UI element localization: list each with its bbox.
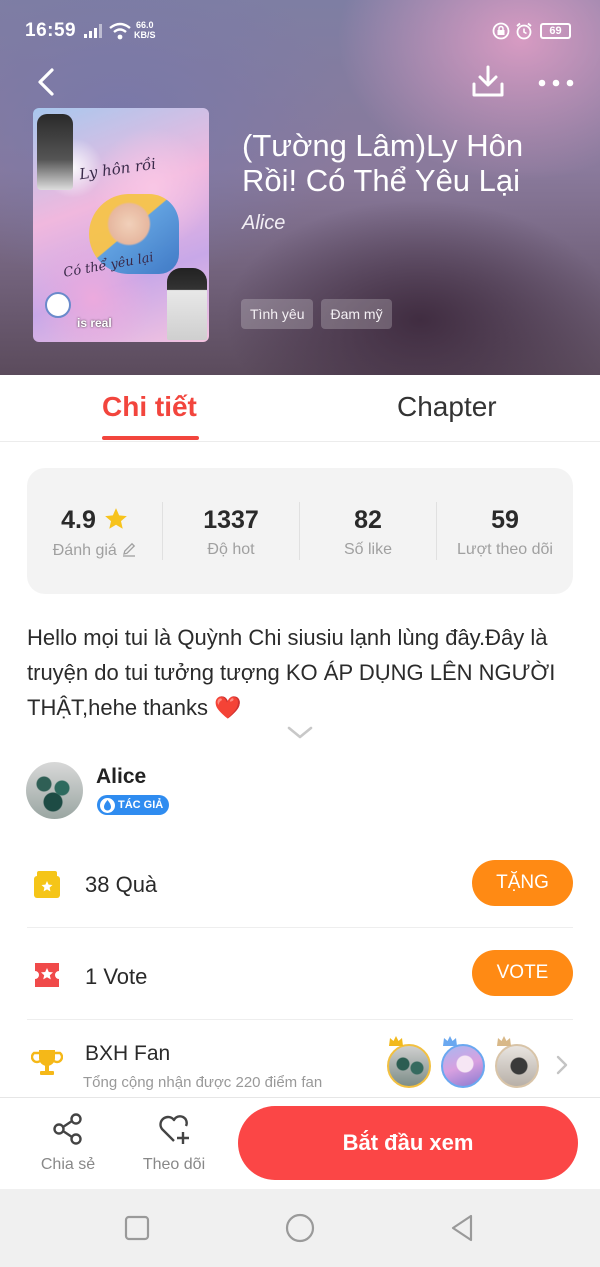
recents-icon[interactable] xyxy=(122,1213,152,1243)
alarm-icon xyxy=(516,22,532,40)
system-navigation-bar xyxy=(0,1189,600,1267)
book-header: 16:59 66.0 KB/S 69 Ly hôn rồi Có thể yêu… xyxy=(0,0,600,375)
status-bar: 16:59 66.0 KB/S 69 xyxy=(0,0,600,64)
gift-button[interactable]: TẶNG xyxy=(472,860,573,906)
stat-followers-label: Lượt theo dõi xyxy=(457,541,553,558)
chevron-down-icon[interactable] xyxy=(286,724,314,742)
book-description: Hello mọi tui là Quỳnh Chi siusiu lạnh l… xyxy=(27,625,556,720)
crown-icon xyxy=(443,1036,457,1046)
battery-indicator: 69 xyxy=(540,23,571,39)
fan-ranking-title: BXH Fan xyxy=(85,1042,171,1065)
share-button[interactable]: Chia sẻ xyxy=(28,1112,108,1174)
system-back-icon[interactable] xyxy=(447,1213,477,1243)
crown-icon xyxy=(497,1036,511,1046)
edit-pencil-icon[interactable] xyxy=(121,541,137,557)
stat-rating[interactable]: 4.9 Đánh giá xyxy=(27,468,163,594)
gift-row: 38 Quà TẶNG xyxy=(27,858,573,928)
cover-sticker xyxy=(45,292,71,318)
download-icon[interactable] xyxy=(468,62,508,102)
stat-rating-value: 4.9 xyxy=(27,506,163,535)
gift-count: 38 Quà xyxy=(85,872,158,897)
author-avatar[interactable] xyxy=(26,762,83,819)
fan-avatar xyxy=(495,1044,539,1088)
author-name[interactable]: Alice xyxy=(96,765,146,789)
stat-followers-value: 59 xyxy=(491,506,519,534)
tag-bl[interactable]: Đam mỹ xyxy=(321,299,392,329)
home-icon[interactable] xyxy=(285,1213,315,1243)
tag-list: Tình yêu Đam mỹ xyxy=(241,299,392,329)
network-speed: 66.0 KB/S xyxy=(134,20,156,40)
author-badge-icon xyxy=(100,797,115,813)
vote-button[interactable]: VOTE xyxy=(472,950,573,996)
signal-icon xyxy=(84,24,102,38)
vote-count: 1 Vote xyxy=(85,964,148,989)
cover-title-line1: Ly hôn rồi xyxy=(78,154,158,184)
active-tab-indicator xyxy=(102,436,199,440)
book-title: (Tường Lâm)Ly Hôn Rồi! Có Thể Yêu Lại xyxy=(242,128,524,198)
cover-figure-left xyxy=(37,114,73,190)
gift-icon xyxy=(34,871,60,898)
tag-romance[interactable]: Tình yêu xyxy=(241,299,314,329)
vote-row: 1 Vote VOTE xyxy=(27,948,573,1020)
wifi-icon xyxy=(109,22,131,40)
more-options-icon[interactable] xyxy=(536,68,576,98)
stat-hot-value: 1337 xyxy=(203,506,259,534)
top-fans xyxy=(387,1036,547,1088)
vote-ticket-icon xyxy=(35,963,59,987)
crown-icon xyxy=(389,1036,403,1046)
fan-ranking-subtitle: Tổng cộng nhận được 220 điểm fan xyxy=(83,1074,323,1091)
star-icon xyxy=(105,508,127,529)
trophy-icon xyxy=(31,1050,63,1075)
share-label: Chia sẻ xyxy=(40,1156,96,1173)
book-cover[interactable]: Ly hôn rồi Có thể yêu lại is real xyxy=(33,108,209,342)
stat-hot-label: Độ hot xyxy=(207,541,255,558)
stat-followers: 59 Lượt theo dõi xyxy=(437,468,573,594)
author-badge-label: TÁC GIẢ xyxy=(118,799,164,811)
chevron-right-icon xyxy=(556,1055,568,1075)
stat-likes-label: Số like xyxy=(343,541,393,558)
stat-rating-label: Đánh giá xyxy=(27,541,163,560)
fan-avatar xyxy=(441,1044,485,1088)
tab-bar: Chi tiết Chapter xyxy=(0,375,600,442)
back-icon[interactable] xyxy=(30,64,66,100)
stat-likes-value: 82 xyxy=(354,506,382,534)
cover-caption: is real xyxy=(77,316,112,330)
follow-label: Theo dõi xyxy=(142,1156,206,1173)
fan-ranking-row[interactable]: BXH Fan Tổng cộng nhận được 220 điểm fan xyxy=(27,1030,573,1096)
cover-figure-right xyxy=(167,268,207,340)
heart-plus-icon xyxy=(159,1115,189,1144)
book-author[interactable]: Alice xyxy=(242,212,285,235)
start-reading-button[interactable]: Bắt đầu xem xyxy=(238,1106,578,1180)
share-icon xyxy=(53,1113,82,1145)
stats-card: 4.9 Đánh giá 1337 Độ hot 82 Số like 59 L… xyxy=(27,468,573,594)
tab-chapter[interactable]: Chapter xyxy=(397,391,497,423)
fan-avatar xyxy=(387,1044,431,1088)
tab-details[interactable]: Chi tiết xyxy=(102,391,197,423)
stat-likes: 82 Số like xyxy=(300,468,436,594)
rotation-lock-icon xyxy=(492,22,510,40)
status-time: 16:59 xyxy=(25,20,77,41)
stat-hot: 1337 Độ hot xyxy=(163,468,299,594)
bottom-action-bar: Chia sẻ Theo dõi Bắt đầu xem xyxy=(0,1097,600,1189)
follow-button[interactable]: Theo dõi xyxy=(134,1112,214,1174)
author-badge: TÁC GIẢ xyxy=(97,795,170,815)
